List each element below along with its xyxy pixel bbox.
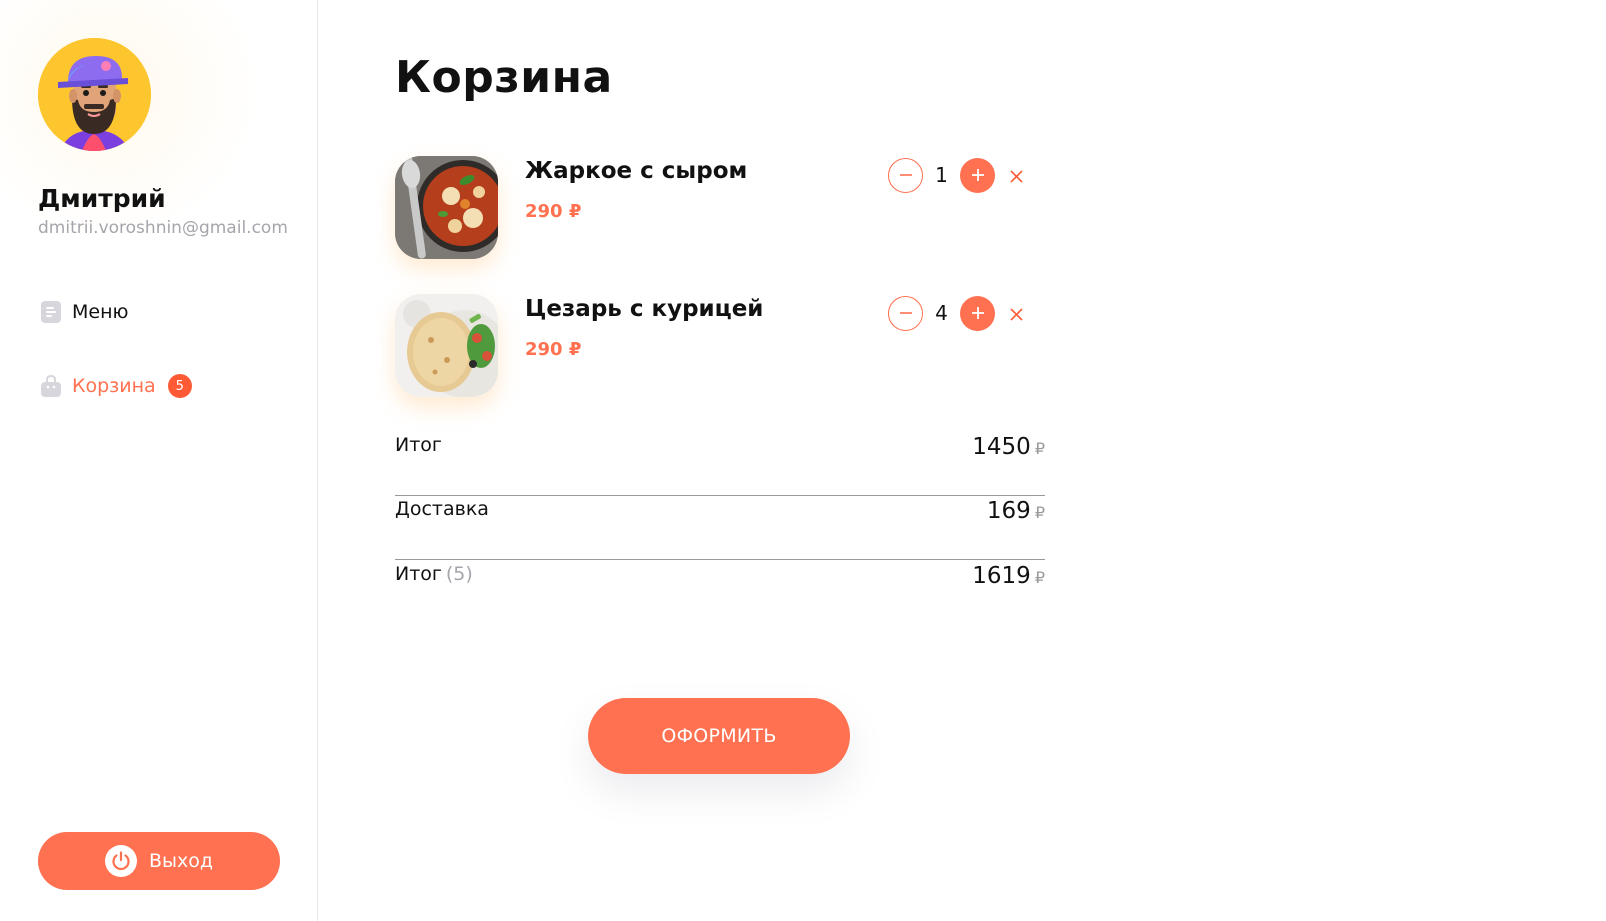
shopping-bag-icon — [40, 374, 62, 398]
sidebar: Дмитрий dmitrii.voroshnin@gmail.com Меню — [0, 0, 318, 921]
currency-sign: ₽ — [1034, 439, 1045, 458]
summary-amount: 1450 — [972, 434, 1031, 460]
minus-icon — [899, 174, 912, 176]
summary-total-row: Итог (5) 1619 ₽ — [395, 561, 1045, 625]
caesar-wrap-photo-icon — [395, 294, 498, 397]
logout-button[interactable]: Выход — [38, 832, 280, 890]
remove-item-button[interactable] — [1005, 165, 1027, 187]
summary-item-count: (5) — [445, 563, 473, 585]
sidebar-item-cart[interactable]: Корзина 5 — [40, 371, 192, 401]
logout-label: Выход — [148, 850, 214, 872]
avatar — [38, 38, 151, 151]
summary-delivery-row: Доставка 169 ₽ — [395, 496, 1045, 560]
cart-count-badge: 5 — [167, 374, 192, 398]
checkout-button[interactable]: ОФОРМИТЬ — [588, 698, 850, 774]
user-email: dmitrii.voroshnin@gmail.com — [38, 218, 288, 238]
summary-value: 1619 ₽ — [972, 561, 1045, 589]
cart-item: Жаркое с сыром 290 ₽ 1 — [395, 156, 1045, 260]
summary-subtotal-row: Итог 1450 ₽ — [395, 432, 1045, 496]
page-title: Корзина — [395, 52, 613, 103]
decrease-quantity-button[interactable] — [888, 295, 923, 331]
summary-value: 1450 ₽ — [972, 432, 1045, 460]
sidebar-item-menu[interactable]: Меню — [40, 297, 129, 327]
increase-quantity-button[interactable] — [960, 295, 995, 331]
remove-item-button[interactable] — [1005, 303, 1027, 325]
summary-label: Доставка — [395, 496, 489, 520]
minus-icon — [899, 312, 912, 314]
currency-sign: ₽ — [1034, 568, 1045, 587]
summary-label: Итог — [395, 432, 442, 456]
summary-amount: 1619 — [972, 563, 1031, 589]
summary-value: 169 ₽ — [987, 496, 1045, 524]
sidebar-item-cart-label: Корзина — [72, 375, 156, 397]
quantity-value: 4 — [935, 301, 948, 325]
document-icon — [40, 300, 62, 324]
increase-quantity-button[interactable] — [960, 157, 995, 193]
power-icon — [104, 845, 137, 877]
quantity-value: 1 — [935, 163, 948, 187]
stew-dish-photo-icon — [395, 156, 498, 259]
app-root: Дмитрий dmitrii.voroshnin@gmail.com Меню — [0, 0, 1606, 921]
summary-label: Итог (5) — [395, 561, 473, 585]
plus-icon — [971, 307, 984, 319]
item-price: 290 ₽ — [525, 339, 582, 360]
plus-icon — [971, 169, 984, 181]
summary-label-text: Доставка — [395, 498, 489, 520]
quantity-stepper: 1 — [888, 157, 995, 193]
close-icon — [1009, 169, 1023, 183]
item-price: 290 ₽ — [525, 201, 582, 222]
user-name: Дмитрий — [38, 184, 166, 213]
summary-label-text: Итог — [395, 434, 442, 456]
summary-amount: 169 — [986, 498, 1031, 524]
sidebar-item-menu-label: Меню — [72, 301, 129, 323]
currency-sign: ₽ — [1034, 503, 1045, 522]
bearded-man-avatar-icon — [38, 38, 151, 151]
item-name: Жаркое с сыром — [525, 158, 748, 184]
item-name: Цезарь с курицей — [525, 296, 764, 322]
quantity-stepper: 4 — [888, 295, 995, 331]
cart-item: Цезарь с курицей 290 ₽ 4 — [395, 294, 1045, 398]
summary-label-text: Итог — [395, 563, 442, 585]
close-icon — [1009, 307, 1023, 321]
decrease-quantity-button[interactable] — [888, 157, 923, 193]
